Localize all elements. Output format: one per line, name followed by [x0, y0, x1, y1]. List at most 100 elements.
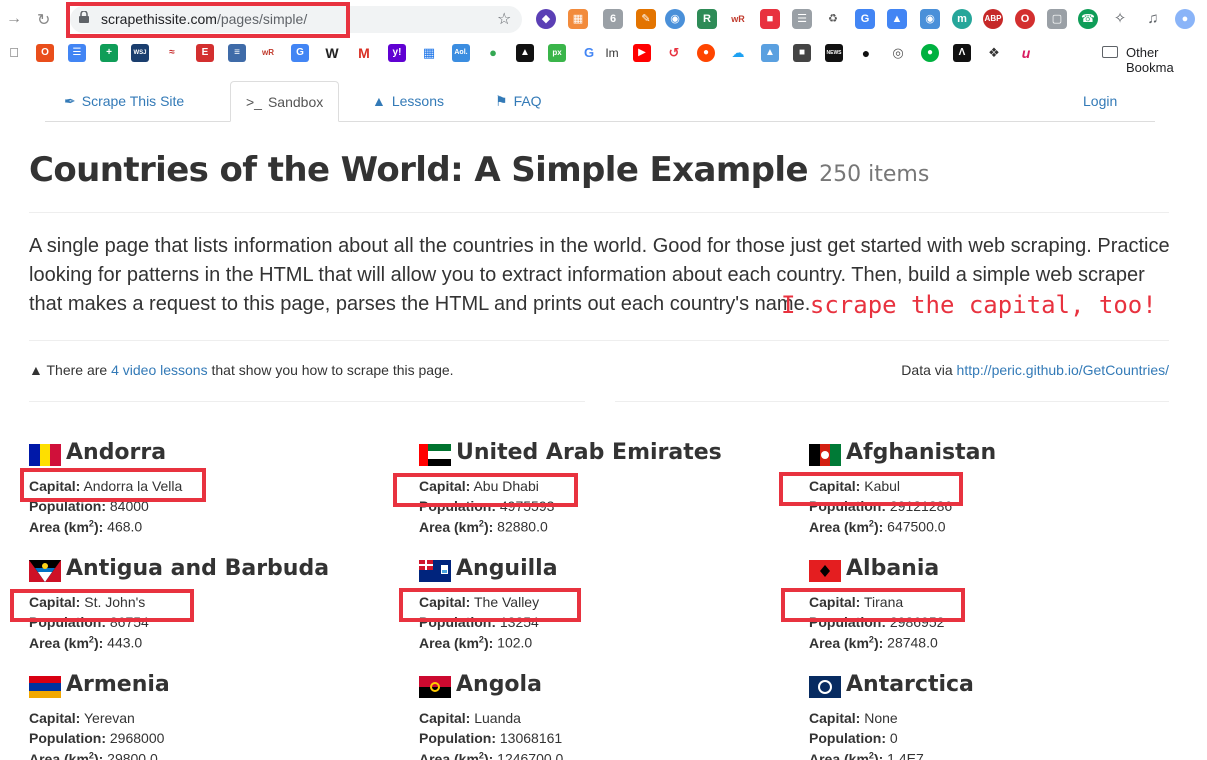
translate-icon[interactable]: G — [291, 44, 309, 62]
adblock-icon[interactable]: ABP — [983, 9, 1003, 29]
bookmark-icon[interactable]: O — [36, 44, 54, 62]
country-capital: Capital: None — [809, 710, 898, 726]
extension-icon[interactable]: 6 — [603, 9, 623, 29]
country-name: Anguilla — [456, 556, 558, 581]
bookmark-icon[interactable]: wR — [259, 44, 277, 62]
twitter-icon[interactable]: ☁ — [729, 44, 747, 62]
tab-lessons[interactable]: ▲ Lessons — [357, 81, 459, 122]
country-area: Area (km2): 443.0 — [29, 634, 143, 651]
graduation-cap-icon: ▲ — [29, 362, 43, 378]
country-name: Antarctica — [846, 672, 974, 697]
yahoo-icon[interactable]: y! — [388, 44, 406, 62]
github-icon[interactable]: ● — [857, 44, 875, 62]
video-lessons-link[interactable]: 4 video lessons — [111, 362, 208, 378]
bookmark-icon[interactable]: ☰ — [68, 44, 86, 62]
bookmark-icon[interactable]: NEWS — [825, 44, 843, 62]
extension-icon[interactable]: ✎ — [636, 9, 656, 29]
extension-icon[interactable]: ☰ — [792, 9, 812, 29]
bookmark-icon[interactable]: ■ — [793, 44, 811, 62]
maps-icon[interactable]: ● — [484, 44, 502, 62]
extension-icon[interactable]: ☎ — [1078, 9, 1098, 29]
extension-icon[interactable]: ▦ — [568, 9, 588, 29]
country-area: Area (km2): 1.4E7 — [809, 750, 924, 760]
bookmark-label[interactable]: Im — [600, 44, 624, 62]
bookmark-icon[interactable]: ≡ — [228, 44, 246, 62]
video-note: ▲ There are 4 video lessons that show yo… — [29, 362, 454, 378]
tab-faq[interactable]: ⚑ FAQ — [480, 81, 557, 122]
nav-brand-link[interactable]: ✒ Scrape This Site — [49, 81, 199, 122]
bookmark-icon[interactable]: ≈ — [163, 44, 181, 62]
forward-icon[interactable]: → — [6, 10, 22, 28]
bookmark-icon[interactable]: Λ — [953, 44, 971, 62]
puzzle-icon[interactable]: ✧ — [1110, 9, 1130, 29]
capital-highlight-box — [781, 588, 965, 622]
apps-grid-icon[interactable]: ▦ — [420, 44, 438, 62]
youtube-icon[interactable]: ▶ — [633, 44, 651, 62]
tab-sandbox[interactable]: >_ Sandbox — [230, 81, 340, 122]
camera-icon[interactable]: ◉ — [920, 9, 940, 29]
avatar[interactable]: ● — [1175, 9, 1195, 29]
reload-icon[interactable]: ↻ — [37, 10, 50, 30]
country-capital: Capital: Luanda — [419, 710, 521, 726]
bookmark-icon[interactable]: ● — [921, 44, 939, 62]
extension-icon[interactable]: m — [952, 9, 972, 29]
flag-icon — [419, 444, 451, 466]
page-title: Countries of the World: A Simple Example… — [29, 150, 930, 190]
extension-icon[interactable]: wR — [728, 9, 748, 29]
flag-icon — [419, 676, 451, 698]
url-highlight-box — [66, 2, 350, 38]
bookmark-icon[interactable]: u — [1017, 44, 1035, 62]
divider — [29, 340, 1169, 341]
bookmark-icon[interactable]: ◎ — [889, 44, 907, 62]
bookmark-icon[interactable]: WSJ — [131, 44, 149, 62]
extension-icon[interactable]: R — [697, 9, 717, 29]
recycle-icon[interactable]: ♻ — [823, 9, 843, 29]
bookmark-icon[interactable]: px — [548, 44, 566, 62]
bookmark-icon[interactable]: E — [196, 44, 214, 62]
country-area: Area (km2): 1246700.0 — [419, 750, 564, 760]
country-name: Antigua and Barbuda — [66, 556, 330, 581]
reddit-icon[interactable]: ● — [697, 44, 715, 62]
bookmark-icon[interactable]: + — [100, 44, 118, 62]
country-name: Armenia — [66, 672, 170, 697]
flag-icon — [29, 676, 61, 698]
wikipedia-icon[interactable]: W — [323, 44, 341, 62]
flag-icon — [809, 560, 841, 582]
country-population: Population: 2968000 — [29, 730, 165, 746]
extension-icon[interactable]: ▢ — [1047, 9, 1067, 29]
bookmark-icon[interactable]: ❖ — [985, 44, 1003, 62]
aol-icon[interactable]: Aol. — [452, 44, 470, 62]
extension-icon[interactable]: ◆ — [536, 9, 556, 29]
bookmark-icon[interactable]: ↺ — [665, 44, 683, 62]
login-link[interactable]: Login — [1068, 81, 1132, 122]
extension-icon[interactable]: O — [1015, 9, 1035, 29]
flag-icon — [29, 560, 61, 582]
apple-icon[interactable]:  — [5, 44, 23, 62]
extension-icon[interactable]: ■ — [760, 9, 780, 29]
translate-icon[interactable]: G — [855, 9, 875, 29]
country-area: Area (km2): 28748.0 — [809, 634, 938, 651]
extension-icon[interactable]: ▲ — [887, 9, 907, 29]
country-area: Area (km2): 647500.0 — [809, 518, 946, 535]
country-name: Albania — [846, 556, 940, 581]
country-population: Population: 13068161 — [419, 730, 563, 746]
image-icon[interactable]: ▲ — [761, 44, 779, 62]
bookmark-icon[interactable]: ▲ — [516, 44, 534, 62]
flag-icon — [29, 444, 61, 466]
capital-highlight-box — [10, 589, 194, 622]
divider — [615, 401, 1169, 402]
data-source-link[interactable]: http://peric.github.io/GetCountries/ — [957, 362, 1169, 378]
bookmark-star-icon[interactable]: ☆ — [497, 9, 511, 29]
graduation-cap-icon: ▲ — [372, 93, 386, 109]
nav-tabs: ✒ Scrape This Site >_ Sandbox ▲ Lessons ⚑ FA… — [45, 81, 1155, 122]
google-icon[interactable]: G — [580, 44, 598, 62]
country-card: Armenia Capital: Yerevan Population: 29680… — [29, 672, 409, 760]
media-icon[interactable]: ♫ — [1143, 9, 1163, 29]
gmail-icon[interactable]: M — [355, 44, 373, 62]
extension-icon[interactable]: ◉ — [665, 9, 685, 29]
flag-icon — [809, 676, 841, 698]
country-area: Area (km2): 82880.0 — [419, 518, 548, 535]
divider — [29, 401, 585, 402]
flag-icon: ⚑ — [495, 93, 508, 109]
annotation-text: I scrape the capital, too! — [781, 291, 1157, 319]
